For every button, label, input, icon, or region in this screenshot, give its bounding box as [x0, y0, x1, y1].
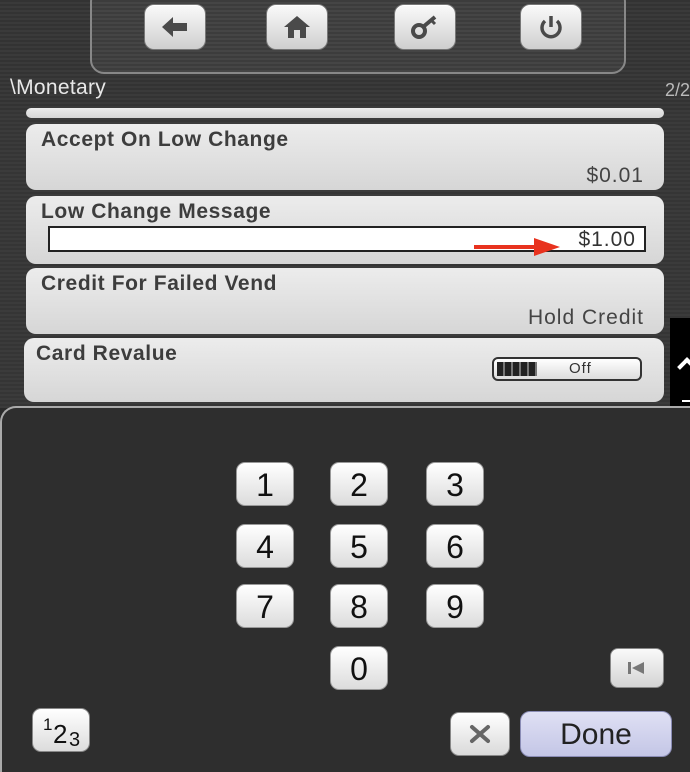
- device-screen: \Monetary 2/2 Accept On Low Change $0.01…: [0, 0, 690, 772]
- back-arrow-icon: [162, 17, 187, 37]
- key-3[interactable]: 3: [426, 462, 484, 506]
- card-revalue-setting[interactable]: Card Revalue Off: [24, 338, 664, 402]
- nav-toolbar: [90, 0, 626, 74]
- key-7[interactable]: 7: [236, 584, 294, 628]
- setting-value: Hold Credit: [527, 306, 644, 329]
- setting-title: Card Revalue: [36, 342, 178, 365]
- clear-button[interactable]: [450, 712, 510, 756]
- key-icon: [411, 15, 437, 39]
- mode-label-sub: 3: [69, 729, 81, 751]
- back-button[interactable]: [144, 4, 206, 50]
- done-button[interactable]: Done: [520, 711, 672, 757]
- mode-label-main: 2: [53, 719, 68, 749]
- key-9[interactable]: 9: [426, 584, 484, 628]
- card-revalue-toggle[interactable]: Off: [492, 357, 642, 381]
- key-4[interactable]: 4: [236, 524, 294, 568]
- scroll-up-icon: [677, 357, 690, 377]
- key-button[interactable]: [394, 4, 456, 50]
- annotation-arrow-icon: [474, 238, 560, 256]
- key-0[interactable]: 0: [330, 646, 388, 690]
- key-6[interactable]: 6: [426, 524, 484, 568]
- key-1[interactable]: 1: [236, 462, 294, 506]
- scroll-edge[interactable]: [670, 318, 690, 410]
- page-indicator: 2/2: [664, 80, 690, 100]
- accept-on-low-change-setting[interactable]: Accept On Low Change $0.01: [26, 124, 664, 190]
- skip-back-button[interactable]: [610, 648, 664, 688]
- home-icon: [284, 16, 310, 38]
- number-mode-button[interactable]: 1 2 3: [32, 708, 90, 752]
- key-2[interactable]: 2: [330, 462, 388, 506]
- home-button[interactable]: [266, 4, 328, 50]
- breadcrumb: \Monetary: [10, 76, 107, 99]
- previous-setting-card[interactable]: [26, 108, 664, 118]
- skip-back-icon: [628, 662, 644, 674]
- setting-value: $0.01: [586, 164, 644, 187]
- input-value: $1.00: [578, 228, 636, 251]
- header-area: \Monetary 2/2: [0, 0, 690, 112]
- setting-title: Accept On Low Change: [41, 128, 289, 151]
- settings-list: Accept On Low Change $0.01 Low Change Me…: [0, 108, 690, 408]
- power-button[interactable]: [520, 4, 582, 50]
- toggle-grip: [497, 362, 537, 376]
- close-icon: [470, 725, 490, 743]
- mode-label-sup: 1: [43, 715, 53, 734]
- key-8[interactable]: 8: [330, 584, 388, 628]
- setting-title: Credit For Failed Vend: [41, 272, 278, 295]
- low-change-message-setting[interactable]: Low Change Message $1.00: [26, 196, 664, 264]
- numeric-keypad: 1 2 3 4 5 6 7 8 9 0 1 2 3 Done: [0, 406, 690, 772]
- credit-for-failed-vend-setting[interactable]: Credit For Failed Vend Hold Credit: [26, 268, 664, 334]
- toggle-label: Off: [569, 360, 592, 377]
- key-5[interactable]: 5: [330, 524, 388, 568]
- power-icon: [540, 16, 562, 39]
- setting-title: Low Change Message: [41, 200, 272, 223]
- scroll-line: [682, 400, 690, 402]
